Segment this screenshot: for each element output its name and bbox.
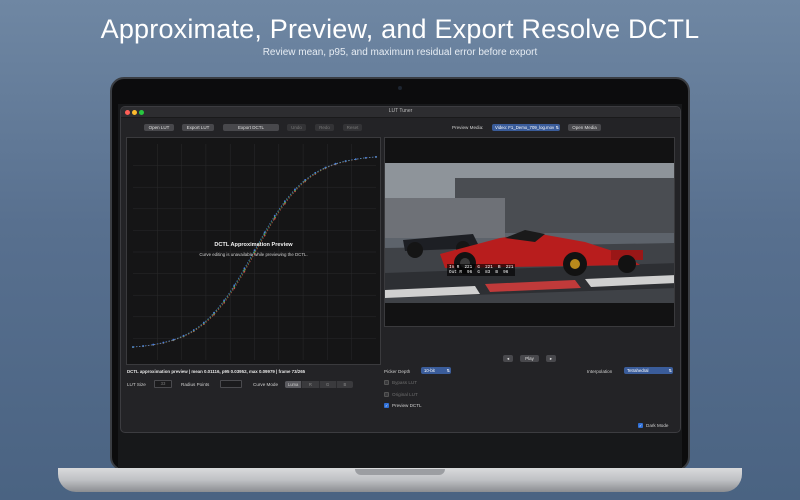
pixel-out-values: Out R 96 G 83 B 96: [449, 270, 509, 275]
curve-control-point[interactable]: [233, 284, 236, 287]
curve-control-point[interactable]: [253, 249, 256, 252]
curve-control-point[interactable]: [273, 217, 276, 220]
original-lut-checkbox[interactable]: [384, 392, 389, 397]
export-lut-button[interactable]: Export LUT: [182, 124, 214, 131]
next-frame-button[interactable]: ▸: [546, 355, 556, 362]
lut-size-label: LUT Size: [127, 382, 146, 387]
curve-control-point[interactable]: [263, 231, 266, 234]
curve-control-point[interactable]: [354, 158, 357, 161]
bypass-lut-label: Bypass LUT: [392, 380, 418, 385]
curve-control-point[interactable]: [375, 155, 377, 158]
curve-mode-g[interactable]: G: [318, 381, 336, 388]
curve-control-point[interactable]: [132, 346, 134, 348]
curve-control-point[interactable]: [364, 156, 367, 159]
dctl-preview-title: DCTL Approximation Preview: [214, 242, 293, 248]
curve-control-point[interactable]: [334, 162, 337, 165]
dark-mode-checkbox[interactable]: ✓: [638, 423, 643, 428]
curve-control-point[interactable]: [202, 321, 205, 324]
media-preview[interactable]: In R 221 G 221 B 221 Out R 96 G 83 B 96: [384, 137, 675, 327]
curve-mode-luma[interactable]: Luma: [285, 381, 302, 388]
lut-size-field[interactable]: 33: [154, 380, 172, 388]
curve-control-point[interactable]: [294, 188, 296, 191]
interpolation-label: Interpolation: [587, 369, 613, 374]
curve-mode-r[interactable]: R: [301, 381, 318, 388]
curve-control-point[interactable]: [182, 334, 185, 337]
curve-control-point[interactable]: [243, 267, 246, 270]
curve-control-point[interactable]: [172, 338, 175, 341]
open-media-button[interactable]: Open Media: [568, 124, 601, 131]
preview-dctl-label: Preview DCTL: [392, 403, 422, 408]
radius-points-label: Radius Points: [181, 382, 210, 387]
export-dctl-button[interactable]: Export DCTL: [223, 124, 279, 131]
dark-mode-label: Dark Mode: [646, 423, 669, 428]
curve-control-point[interactable]: [152, 343, 155, 346]
hero-subhead: Review mean, p95, and maximum residual e…: [262, 47, 538, 58]
preview-dctl-checkbox[interactable]: ✓: [384, 403, 389, 408]
curve-control-point[interactable]: [304, 178, 307, 181]
laptop-notch: [355, 469, 445, 475]
curve-control-point[interactable]: [142, 345, 145, 347]
curve-mode-b[interactable]: B: [335, 381, 353, 388]
original-lut-label: Original LUT: [392, 392, 418, 397]
play-button[interactable]: Play: [520, 355, 539, 362]
interpolation-select[interactable]: Tetrahedral: [624, 367, 673, 374]
picker-depth-label: Picker Depth: [384, 369, 411, 374]
hero-headline: Approximate, Preview, and Export Resolve…: [100, 14, 700, 44]
curve-control-point[interactable]: [213, 311, 215, 314]
curve-control-point[interactable]: [243, 269, 246, 271]
open-lut-button[interactable]: Open LUT: [144, 124, 174, 131]
curve-control-point[interactable]: [223, 299, 226, 302]
camera-icon: [398, 86, 402, 90]
curve-control-point[interactable]: [314, 171, 317, 174]
window-title: LUT Tuner: [388, 108, 413, 114]
curve-control-point[interactable]: [162, 341, 165, 344]
preview-media-select[interactable]: Video: F1_Demo_709_log.mov: [492, 124, 560, 131]
approximation-status: DCTL approximation preview | mean 0.0111…: [127, 369, 306, 374]
redo-button[interactable]: Redo: [315, 124, 334, 131]
curve-control-point[interactable]: [344, 160, 347, 162]
preview-media-label: Preview Media:: [452, 125, 484, 130]
curve-control-point[interactable]: [283, 200, 286, 203]
undo-button[interactable]: Undo: [287, 124, 306, 131]
curve-control-point[interactable]: [273, 214, 276, 217]
title-bar: LUT Tuner: [121, 107, 680, 118]
curve-control-point[interactable]: [324, 166, 327, 169]
dctl-preview-subtitle: Curve editing is unavailable while previ…: [199, 252, 308, 257]
pixel-readout: In R 221 G 221 B 221 Out R 96 G 83 B 96: [447, 264, 516, 276]
previous-frame-button[interactable]: ◂: [503, 355, 513, 362]
radius-points-stepper[interactable]: [220, 380, 242, 388]
app-window: LUT Tuner Open LUT Export LUT Export DCT…: [120, 106, 681, 433]
curve-control-point[interactable]: [192, 329, 195, 331]
curve-plot[interactable]: DCTL Approximation Preview Curve editing…: [126, 137, 381, 365]
bypass-lut-checkbox[interactable]: [384, 380, 389, 385]
curve-mode-label: Curve Mode: [253, 382, 279, 387]
race-car-frame: [385, 163, 674, 303]
picker-depth-select[interactable]: 10-bit: [421, 367, 451, 374]
reset-button[interactable]: Reset: [343, 124, 362, 131]
curve-mode-segmented[interactable]: Luma R G B: [285, 381, 353, 388]
